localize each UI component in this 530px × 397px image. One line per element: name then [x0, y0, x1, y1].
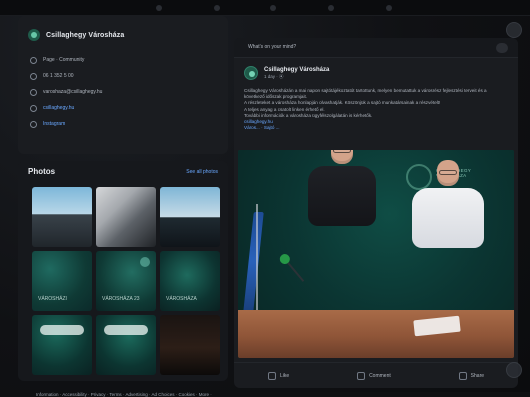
share-button[interactable]: Share	[458, 371, 485, 380]
comment-button[interactable]: Comment	[357, 371, 391, 380]
person-left	[308, 150, 376, 226]
post-image[interactable]: CSILLAGHEGYVÁROSHÁZA	[238, 150, 514, 358]
logo-ring-icon	[406, 164, 432, 190]
bottom-right-bubble-icon[interactable]	[506, 362, 522, 378]
photo-tile[interactable]	[32, 187, 92, 247]
comment-label: Comment	[369, 372, 391, 379]
profile-info-label: Page · Community	[43, 57, 85, 63]
photo-overlay-pill	[40, 325, 84, 335]
top-icon[interactable]	[214, 5, 220, 11]
top-icon[interactable]	[328, 5, 334, 11]
share-icon	[458, 371, 467, 380]
photo-tile[interactable]	[160, 187, 220, 247]
profile-card: Csillaghegy Városháza Page · Community 0…	[18, 16, 228, 154]
post-text: Csillaghegy Városházán a mai napon sajtó…	[244, 88, 508, 131]
photo-badge	[140, 257, 150, 267]
photo-tile[interactable]	[160, 315, 220, 375]
top-icon[interactable]	[270, 5, 276, 11]
post-header: Csillaghegy Városháza 1 day · ⦿	[244, 66, 329, 80]
profile-info-row: varoshaza@csillaghegy.hu	[30, 84, 220, 100]
top-right-bubble-icon[interactable]	[506, 22, 522, 38]
page-logo-icon	[28, 29, 40, 41]
footer-links[interactable]: Information · Accessibility · Privacy · …	[36, 392, 246, 397]
link-icon	[30, 104, 37, 112]
right-column: What's on your mind? Csillaghegy Városhá…	[234, 38, 518, 388]
info-icon	[30, 56, 37, 64]
left-column: Csillaghegy Városháza Page · Community 0…	[18, 16, 228, 397]
photo-tile[interactable]	[96, 187, 156, 247]
see-all-photos-link[interactable]: See all photos	[186, 169, 218, 175]
profile-info-row[interactable]: Instagram	[30, 116, 220, 132]
like-icon	[267, 371, 276, 380]
photo-tile[interactable]: Városháza	[160, 251, 220, 311]
instagram-link[interactable]: Instagram	[43, 121, 65, 127]
top-icon[interactable]	[386, 5, 392, 11]
page-avatar-icon[interactable]	[244, 66, 258, 80]
photo-tile[interactable]: Városházi	[32, 251, 92, 311]
top-icon[interactable]	[156, 5, 162, 11]
top-bar	[0, 0, 530, 16]
photo-title: Városháza 23	[102, 296, 140, 303]
glasses-icon	[333, 150, 351, 153]
photos-grid: Városházi Városháza 23 Városháza	[32, 187, 224, 375]
share-label: Share	[470, 372, 485, 379]
profile-info-list: Page · Community 06 1 352 5 00 varoshaza…	[30, 52, 220, 132]
post-time[interactable]: 1 day · ⦿	[264, 74, 329, 80]
post-actions: Like Comment Share	[234, 362, 518, 388]
photo-tile[interactable]	[32, 315, 92, 375]
photo-overlay-pill	[104, 325, 148, 335]
post-author[interactable]: Csillaghegy Városháza	[264, 67, 329, 73]
profile-info-row: Page · Community	[30, 52, 220, 68]
post-tags[interactable]: Város... · Sajtó ...	[244, 125, 280, 130]
like-button[interactable]: Like	[267, 371, 290, 380]
phone-icon	[30, 72, 37, 80]
comment-icon	[357, 371, 366, 380]
person-right	[412, 160, 484, 248]
profile-header[interactable]: Csillaghegy Városháza	[28, 26, 124, 44]
glasses-icon	[439, 170, 457, 175]
post-link[interactable]: csillaghegy.hu	[244, 119, 273, 124]
photos-card: Photos See all photos Városházi Városház…	[18, 161, 228, 381]
page-name[interactable]: Csillaghegy Városháza	[46, 32, 124, 39]
post-card: What's on your mind? Csillaghegy Városhá…	[234, 38, 518, 388]
photos-title: Photos	[28, 167, 56, 176]
profile-info-label: varoshaza@csillaghegy.hu	[43, 89, 103, 95]
photo-tile[interactable]	[96, 315, 156, 375]
more-icon[interactable]	[496, 43, 508, 53]
photos-header: Photos See all photos	[28, 167, 218, 176]
mail-icon	[30, 88, 37, 96]
photo-title: Városháza	[166, 296, 197, 303]
post-paragraph: Csillaghegy Városházán a mai napon sajtó…	[244, 88, 487, 100]
photo-tile[interactable]: Városháza 23	[96, 251, 156, 311]
website-link[interactable]: csillaghegy.hu	[43, 105, 74, 111]
profile-info-row[interactable]: csillaghegy.hu	[30, 100, 220, 116]
profile-info-row: 06 1 352 5 00	[30, 68, 220, 84]
screenshot-frame: Csillaghegy Városháza Page · Community 0…	[0, 0, 530, 397]
table	[238, 310, 514, 358]
instagram-icon	[30, 120, 37, 128]
composer-bar[interactable]: What's on your mind?	[234, 38, 518, 58]
post-tag-row[interactable]: Város... · Sajtó ...	[244, 125, 508, 131]
profile-info-label: 06 1 352 5 00	[43, 73, 74, 79]
post-meta: Csillaghegy Városháza 1 day · ⦿	[264, 67, 329, 80]
photo-title: Városházi	[38, 296, 67, 303]
composer-placeholder[interactable]: What's on your mind?	[248, 44, 296, 50]
like-label: Like	[279, 372, 290, 379]
